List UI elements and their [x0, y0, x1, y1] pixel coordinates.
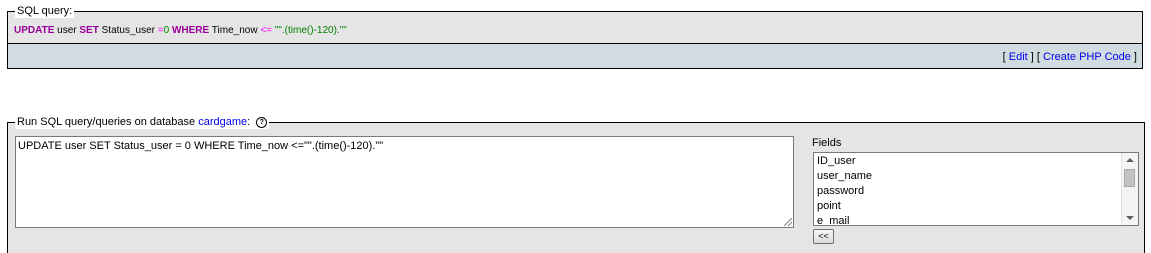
scroll-down-arrow-icon[interactable]	[1126, 216, 1134, 220]
sql-token: UPDATE	[14, 25, 55, 36]
sql-token: Time_now	[209, 25, 261, 36]
edit-link[interactable]: Edit	[1009, 51, 1028, 63]
bracket-text: ]	[1130, 51, 1137, 63]
fields-scrollbar[interactable]	[1121, 153, 1138, 225]
sql-query-panel: SQL query: UPDATE user SET Status_user =…	[7, 5, 1143, 45]
field-option[interactable]: user_name	[817, 169, 872, 184]
sql-query-legend: SQL query:	[15, 5, 75, 18]
run-sql-panel: Run SQL query/queries on database cardga…	[7, 116, 1145, 253]
insert-field-button[interactable]: <<	[813, 229, 834, 244]
bracket-text: ] [	[1027, 51, 1044, 63]
sql-query-text: UPDATE user SET Status_user =0 WHERE Tim…	[14, 25, 347, 37]
run-sql-legend: Run SQL query/queries on database cardga…	[15, 116, 270, 129]
scroll-up-arrow-icon[interactable]	[1126, 158, 1134, 162]
field-option[interactable]: password	[817, 184, 864, 199]
help-icon[interactable]: ?	[256, 116, 268, 128]
sql-query-textarea[interactable]: UPDATE user SET Status_user = 0 WHERE Ti…	[15, 136, 794, 228]
sql-token: user	[54, 25, 80, 36]
run-sql-legend-text: Run SQL query/queries on database	[17, 116, 199, 128]
field-option[interactable]: e_mail	[817, 214, 849, 225]
sql-token: <=	[260, 25, 273, 36]
fields-listbox[interactable]: ID_user user_name password point e_mail	[813, 152, 1139, 226]
sql-token: "".(time()-120).""	[274, 25, 347, 36]
field-option[interactable]: point	[817, 199, 841, 214]
sql-textarea-value: UPDATE user SET Status_user = 0 WHERE Ti…	[18, 140, 384, 152]
create-php-code-link[interactable]: Create PHP Code	[1043, 51, 1131, 63]
edit-links-bar: [ Edit ] [ Create PHP Code ]	[7, 44, 1143, 69]
scroll-thumb[interactable]	[1124, 169, 1135, 187]
database-link[interactable]: cardgame	[198, 116, 247, 128]
sql-token: Status_user	[98, 25, 158, 36]
fields-label: Fields	[812, 137, 842, 149]
edit-links: [ Edit ] [ Create PHP Code ]	[1003, 51, 1137, 63]
sql-token: WHERE	[171, 25, 210, 36]
resize-grip-icon[interactable]	[784, 218, 792, 226]
sql-token: SET	[79, 25, 99, 36]
legend-colon: :	[247, 116, 251, 128]
field-option[interactable]: ID_user	[817, 154, 856, 169]
